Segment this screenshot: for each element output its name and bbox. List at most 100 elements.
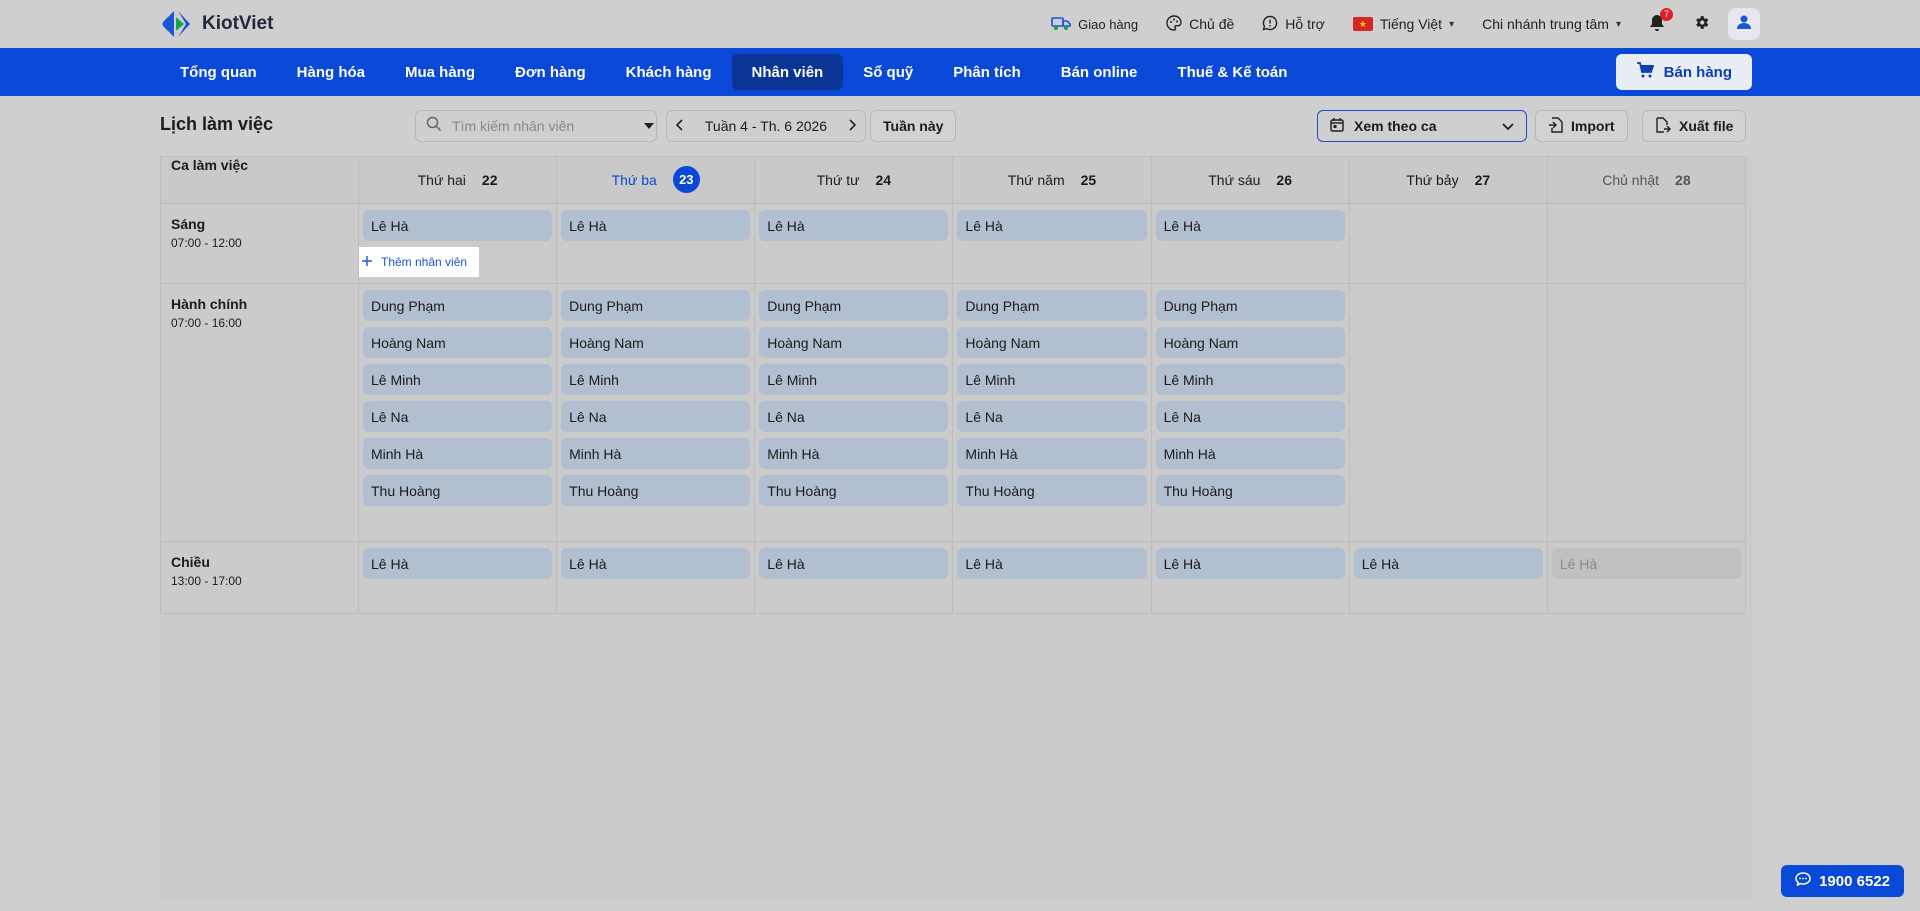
employee-chip[interactable]: Lê Na [1155, 401, 1345, 432]
employee-chip[interactable]: Minh Hà [957, 438, 1147, 469]
schedule-cell[interactable]: Dung Phạm Hoàng Nam Lê Minh Lê Na Minh Hà Thu… [1150, 283, 1350, 542]
employee-chip[interactable]: Lê Na [363, 401, 553, 432]
day-header-friday[interactable]: Thứ sáu 26 [1150, 156, 1350, 204]
employee-chip[interactable]: Thu Hoàng [561, 475, 751, 506]
schedule-cell[interactable]: Lê Hà [1150, 203, 1350, 284]
support-link[interactable]: Hỗ trợ [1262, 15, 1325, 34]
schedule-cell[interactable]: Dung Phạm Hoàng Nam Lê Minh Lê Na Minh Hà Thu… [952, 283, 1152, 542]
employee-chip[interactable]: Lê Na [957, 401, 1147, 432]
this-week-button[interactable]: Tuần này [870, 110, 957, 142]
user-avatar-button[interactable] [1728, 8, 1760, 40]
import-button[interactable]: Import [1535, 110, 1628, 142]
nav-item-cashbook[interactable]: Sổ quỹ [843, 54, 933, 90]
schedule-cell[interactable]: Lê Hà [556, 203, 756, 284]
employee-chip[interactable]: Lê Hà [1155, 548, 1345, 579]
employee-chip[interactable]: Minh Hà [759, 438, 949, 469]
employee-chip[interactable]: Lê Hà [1551, 548, 1741, 579]
schedule-cell[interactable]: Lê Hà [1150, 541, 1350, 614]
employee-chip[interactable]: Lê Hà [957, 210, 1147, 241]
employee-chip[interactable]: Hoàng Nam [759, 327, 949, 358]
employee-chip[interactable]: Lê Hà [363, 548, 553, 579]
employee-chip[interactable]: Minh Hà [561, 438, 751, 469]
employee-chip[interactable]: Lê Hà [561, 548, 751, 579]
employee-chip[interactable]: Lê Hà [1155, 210, 1345, 241]
schedule-cell[interactable] [1546, 283, 1747, 542]
employee-chip[interactable]: Lê Minh [561, 364, 751, 395]
day-header-sunday[interactable]: Chủ nhật 28 [1546, 156, 1747, 204]
schedule-cell[interactable] [1348, 283, 1548, 542]
employee-chip[interactable]: Thu Hoàng [759, 475, 949, 506]
schedule-cell[interactable]: Lê Hà Thêm nhân viên [357, 203, 558, 284]
employee-chip[interactable]: Lê Minh [1155, 364, 1345, 395]
employee-chip[interactable]: Lê Hà [759, 210, 949, 241]
notifications-button[interactable]: 7 [1649, 7, 1673, 35]
employee-chip[interactable]: Dung Phạm [363, 290, 553, 321]
nav-item-tax-accounting[interactable]: Thuế & Kế toán [1157, 54, 1307, 90]
schedule-cell[interactable]: Dung Phạm Hoàng Nam Lê Minh Lê Na Minh Hà Thu… [556, 283, 756, 542]
employee-chip[interactable]: Lê Hà [561, 210, 751, 241]
schedule-cell[interactable]: Lê Hà [556, 541, 756, 614]
add-employee-button[interactable]: Thêm nhân viên [359, 247, 480, 277]
schedule-cell[interactable]: Dung Phạm Hoàng Nam Lê Minh Lê Na Minh Hà Thu… [357, 283, 558, 542]
schedule-cell[interactable]: Lê Hà [1546, 541, 1747, 614]
employee-chip[interactable]: Lê Minh [363, 364, 553, 395]
employee-chip[interactable]: Thu Hoàng [1155, 475, 1345, 506]
employee-chip[interactable]: Lê Hà [957, 548, 1147, 579]
day-header-thursday[interactable]: Thứ năm 25 [952, 156, 1152, 204]
schedule-cell[interactable]: Lê Hà [1348, 541, 1548, 614]
branch-select[interactable]: Chi nhánh trung tâm ▾ [1482, 16, 1621, 32]
export-button[interactable]: Xuất file [1642, 110, 1747, 142]
employee-chip[interactable]: Hoàng Nam [957, 327, 1147, 358]
employee-chip[interactable]: Dung Phạm [957, 290, 1147, 321]
chevron-left-icon[interactable] [675, 118, 685, 134]
nav-item-orders[interactable]: Đơn hàng [495, 54, 606, 90]
nav-item-customers[interactable]: Khách hàng [606, 54, 732, 90]
nav-item-online-sales[interactable]: Bán online [1041, 54, 1158, 90]
view-mode-select[interactable]: Xem theo ca [1317, 110, 1527, 142]
employee-chip[interactable]: Dung Phạm [1155, 290, 1345, 321]
employee-chip[interactable]: Lê Hà [363, 210, 553, 241]
settings-button[interactable] [1693, 14, 1710, 34]
employee-chip[interactable]: Lê Minh [759, 364, 949, 395]
schedule-cell[interactable]: Lê Hà [952, 203, 1152, 284]
schedule-cell[interactable]: Dung Phạm Hoàng Nam Lê Minh Lê Na Minh Hà Thu… [754, 283, 954, 542]
brand-logo[interactable]: KiotViet [160, 9, 273, 39]
delivery-link[interactable]: Giao hàng [1051, 15, 1138, 34]
week-label[interactable]: Tuần 4 - Th. 6 2026 [705, 118, 827, 134]
sell-button[interactable]: Bán hàng [1615, 54, 1752, 90]
employee-chip[interactable]: Lê Hà [1353, 548, 1543, 579]
employee-chip[interactable]: Hoàng Nam [1155, 327, 1345, 358]
day-header-monday[interactable]: Thứ hai 22 [357, 156, 558, 204]
day-header-saturday[interactable]: Thứ bảy 27 [1348, 156, 1548, 204]
day-header-wednesday[interactable]: Thứ tư 24 [754, 156, 954, 204]
nav-item-overview[interactable]: Tổng quan [160, 54, 277, 90]
nav-item-products[interactable]: Hàng hóa [277, 54, 385, 90]
nav-item-employees[interactable]: Nhân viên [731, 54, 844, 90]
employee-chip[interactable]: Minh Hà [363, 438, 553, 469]
employee-chip[interactable]: Lê Minh [957, 364, 1147, 395]
employee-chip[interactable]: Thu Hoàng [957, 475, 1147, 506]
nav-item-analytics[interactable]: Phân tích [933, 54, 1041, 90]
employee-chip[interactable]: Lê Hà [759, 548, 949, 579]
employee-chip[interactable]: Thu Hoàng [363, 475, 553, 506]
employee-chip[interactable]: Dung Phạm [759, 290, 949, 321]
schedule-cell[interactable]: Lê Hà [952, 541, 1152, 614]
employee-chip[interactable]: Dung Phạm [561, 290, 751, 321]
hotline-button[interactable]: 1900 6522 [1781, 865, 1904, 897]
nav-item-purchasing[interactable]: Mua hàng [385, 54, 495, 90]
schedule-cell[interactable] [1348, 203, 1548, 284]
employee-chip[interactable]: Minh Hà [1155, 438, 1345, 469]
search-input[interactable] [452, 118, 633, 134]
language-select[interactable]: Tiếng Việt ▾ [1352, 16, 1454, 32]
employee-chip[interactable]: Lê Na [561, 401, 751, 432]
employee-chip[interactable]: Hoàng Nam [561, 327, 751, 358]
day-header-tuesday[interactable]: Thứ ba 23 [556, 156, 756, 204]
schedule-cell[interactable]: Lê Hà [357, 541, 558, 614]
chevron-right-icon[interactable] [847, 118, 857, 134]
theme-link[interactable]: Chủ đề [1166, 14, 1234, 34]
schedule-cell[interactable]: Lê Hà [754, 541, 954, 614]
schedule-cell[interactable] [1546, 203, 1747, 284]
employee-chip[interactable]: Hoàng Nam [363, 327, 553, 358]
employee-search[interactable] [415, 110, 657, 142]
schedule-cell[interactable]: Lê Hà [754, 203, 954, 284]
